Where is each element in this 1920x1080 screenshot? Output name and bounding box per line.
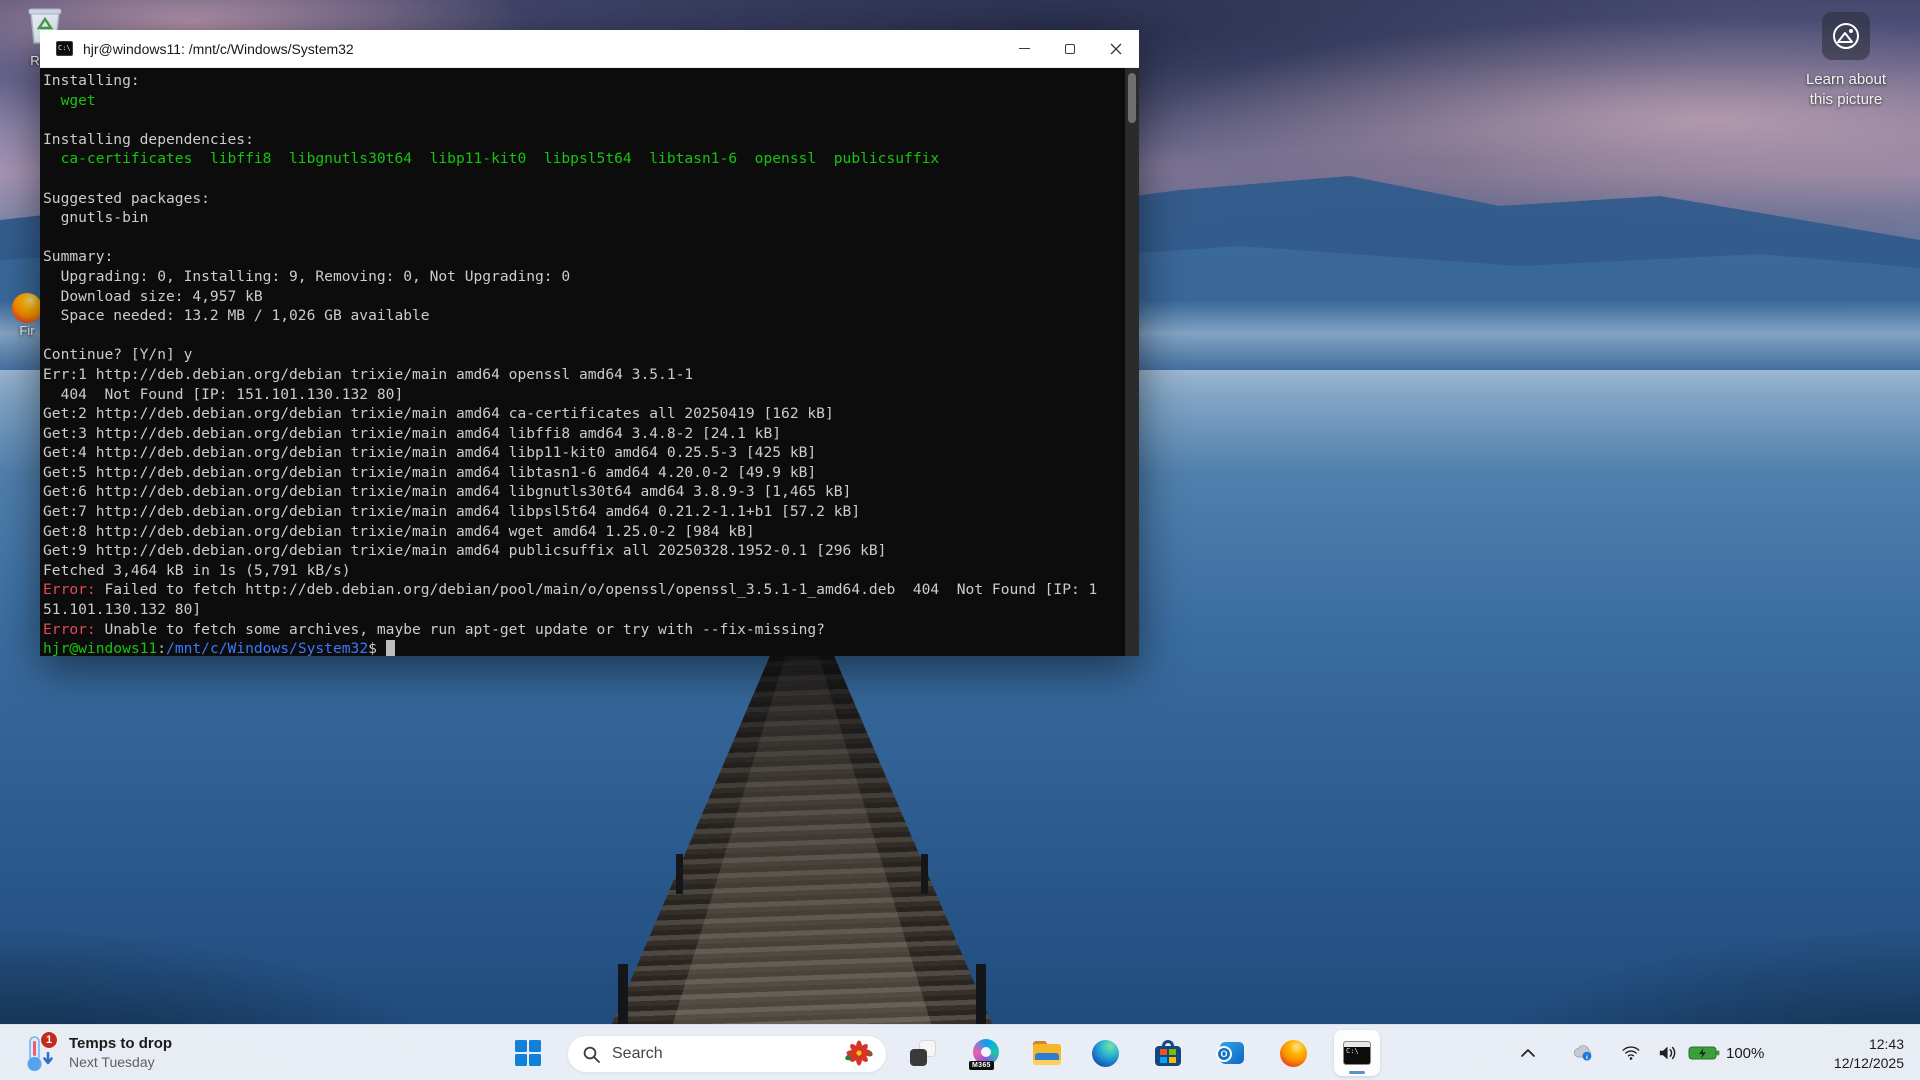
outlook-letter: O	[1216, 1046, 1232, 1062]
volume-tray-button[interactable]	[1652, 1033, 1684, 1073]
pier-post	[676, 854, 683, 894]
battery-percent: 100%	[1726, 1045, 1764, 1062]
start-button[interactable]	[512, 1038, 544, 1068]
terminal-app-icon: C:\	[1343, 1041, 1371, 1065]
window-titlebar[interactable]: C:\ hjr@windows11: /mnt/c/Windows/System…	[40, 30, 1139, 68]
battery-icon	[1688, 1045, 1720, 1061]
weather-subtitle: Next Tuesday	[69, 1053, 172, 1071]
weather-text: Temps to drop Next Tuesday	[69, 1035, 172, 1071]
terminal-icon-text: C:\	[1344, 1047, 1370, 1056]
terminal-viewport[interactable]: Installing: wgetInstalling dependencies:…	[40, 68, 1139, 656]
tray-overflow-button[interactable]	[1514, 1033, 1542, 1073]
picture-icon	[1831, 21, 1861, 51]
spotlight-label: Learn about this picture	[1790, 70, 1902, 110]
weather-badge: 1	[40, 1031, 58, 1049]
minimize-icon	[1019, 48, 1030, 49]
taskbar-app-firefox[interactable]	[1270, 1030, 1316, 1076]
windows-logo-icon	[515, 1040, 541, 1066]
taskbar-app-edge[interactable]	[1082, 1030, 1128, 1076]
spotlight-label-line2: this picture	[1790, 90, 1902, 110]
copilot-m365-icon: M365	[973, 1039, 1001, 1067]
microsoft-store-icon	[1155, 1040, 1181, 1066]
edge-icon	[1092, 1040, 1119, 1067]
pier-post	[976, 964, 986, 1024]
task-view-icon	[910, 1040, 936, 1066]
terminal-output: Installing: wgetInstalling dependencies:…	[40, 68, 1139, 656]
weather-headline: Temps to drop	[69, 1035, 172, 1053]
firefox-icon	[12, 293, 42, 323]
battery-tray-button[interactable]: 100%	[1688, 1033, 1778, 1073]
firefox-taskbar-icon	[1280, 1040, 1307, 1067]
file-explorer-icon	[1033, 1041, 1061, 1065]
scrollbar-thumb[interactable]	[1128, 73, 1136, 123]
search-placeholder: Search	[612, 1045, 663, 1063]
poinsettia-icon	[844, 1040, 874, 1068]
pier	[612, 652, 992, 1024]
taskbar-app-copilot-m365[interactable]: M365	[964, 1030, 1010, 1076]
weather-icon: 1	[22, 1033, 60, 1073]
terminal-window: C:\ hjr@windows11: /mnt/c/Windows/System…	[40, 30, 1139, 656]
taskbar-app-microsoft-store[interactable]	[1145, 1030, 1191, 1076]
task-view-button[interactable]	[900, 1030, 946, 1076]
taskbar-app-file-explorer[interactable]	[1024, 1030, 1070, 1076]
firefox-shortcut[interactable]: Fir	[12, 293, 42, 338]
taskbar: 1 Temps to drop Next Tuesday Search	[0, 1024, 1920, 1080]
window-controls	[1001, 30, 1139, 67]
spotlight-tile[interactable]	[1822, 12, 1870, 60]
taskbar-app-outlook[interactable]: O	[1207, 1030, 1253, 1076]
clock-time: 12:43	[1834, 1035, 1904, 1054]
clock-date: 12/12/2025	[1834, 1054, 1904, 1073]
firefox-shortcut-label: Fir	[12, 323, 42, 338]
speaker-icon	[1658, 1044, 1678, 1062]
close-button[interactable]	[1093, 30, 1139, 67]
terminal-scrollbar[interactable]	[1125, 68, 1139, 656]
taskbar-app-terminal[interactable]: C:\	[1334, 1030, 1380, 1076]
outlook-icon: O	[1216, 1040, 1244, 1066]
spotlight-label-line1: Learn about	[1790, 70, 1902, 90]
wifi-icon	[1622, 1044, 1640, 1062]
window-title: hjr@windows11: /mnt/c/Windows/System32	[83, 41, 354, 57]
maximize-icon	[1065, 44, 1075, 54]
m365-badge: M365	[969, 1061, 994, 1070]
cmd-window-icon: C:\	[56, 41, 73, 56]
onedrive-cloud-icon: i	[1572, 1042, 1594, 1064]
svg-text:i: i	[1586, 1054, 1588, 1061]
pier-post	[618, 964, 628, 1024]
close-icon	[1110, 43, 1122, 55]
desktop: Recy Fir Learn about this picture C:\ hj…	[0, 0, 1920, 1080]
search-icon	[583, 1046, 600, 1063]
active-app-indicator	[1349, 1071, 1365, 1074]
pier-post	[921, 854, 928, 894]
maximize-button[interactable]	[1047, 30, 1093, 67]
spotlight-widget[interactable]: Learn about this picture	[1790, 12, 1902, 110]
weather-widget[interactable]: 1 Temps to drop Next Tuesday	[14, 1031, 180, 1075]
minimize-button[interactable]	[1001, 30, 1047, 67]
chevron-up-icon	[1520, 1048, 1536, 1058]
search-box[interactable]: Search	[567, 1035, 887, 1073]
wifi-tray-button[interactable]	[1616, 1033, 1646, 1073]
clock[interactable]: 12:43 12/12/2025	[1834, 1035, 1904, 1073]
onedrive-tray-button[interactable]: i	[1566, 1033, 1600, 1073]
